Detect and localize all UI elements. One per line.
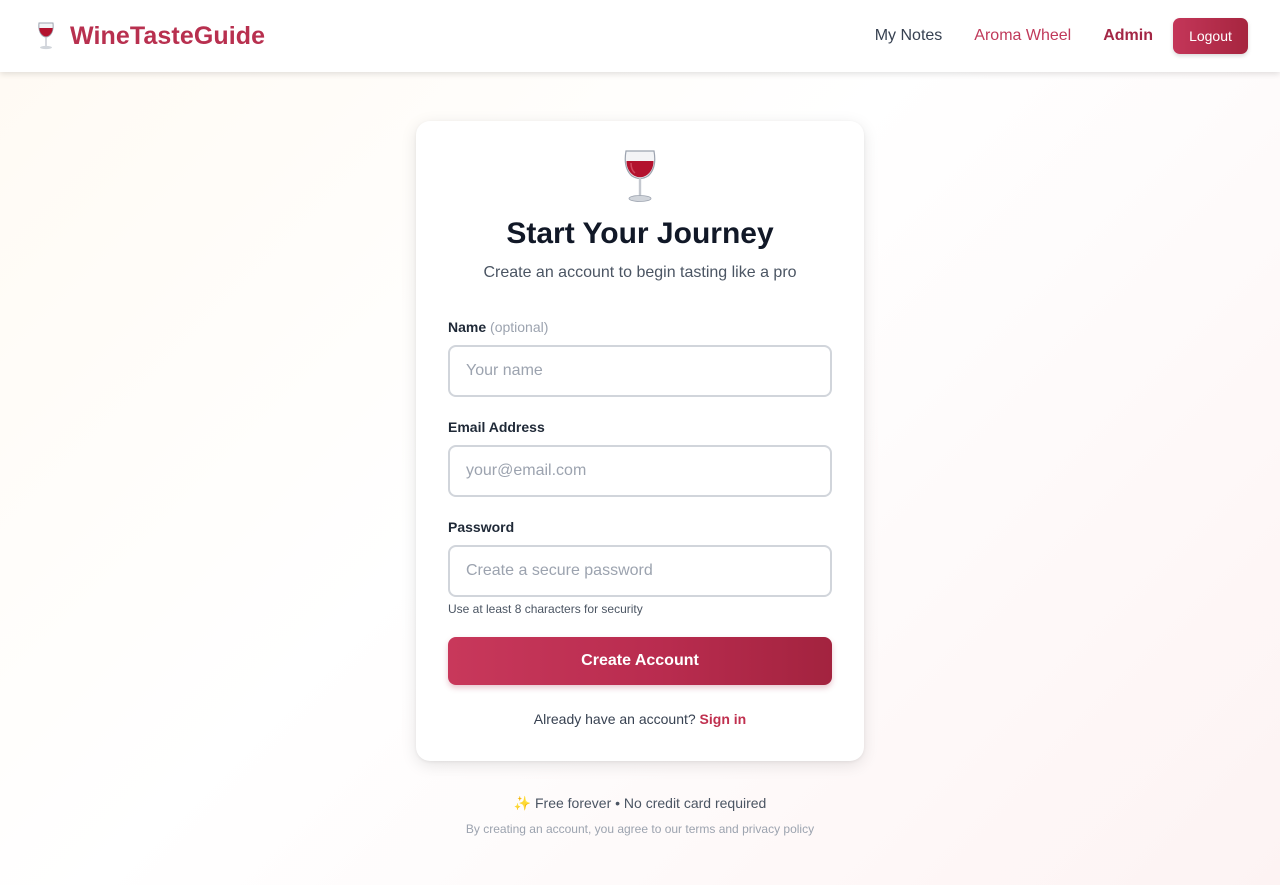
brand[interactable]: WineTasteGuide — [34, 21, 265, 51]
free-forever-note: ✨ Free forever • No credit card required — [513, 795, 767, 811]
name-label: Name (optional) — [448, 319, 548, 335]
nav-admin[interactable]: Admin — [1103, 27, 1153, 45]
optional-note: (optional) — [490, 319, 549, 335]
wine-glass-icon — [618, 148, 662, 204]
password-label: Password — [448, 519, 515, 535]
signin-prompt: Already have an account? — [533, 711, 696, 727]
nav-my-notes[interactable]: My Notes — [875, 27, 943, 45]
password-hint: Use at least 8 characters for security — [448, 602, 643, 616]
terms-note: By creating an account, you agree to our… — [465, 822, 815, 836]
brand-name: WineTasteGuide — [70, 21, 266, 50]
wine-glass-icon — [34, 21, 58, 51]
email-input[interactable] — [448, 445, 832, 497]
name-label-text: Name — [448, 319, 487, 335]
create-account-button[interactable]: Create Account — [448, 637, 832, 685]
name-input[interactable] — [448, 345, 832, 397]
logout-button[interactable]: Logout — [1173, 18, 1248, 54]
email-label: Email Address — [448, 419, 545, 435]
signin-row: Already have an account? Sign in — [416, 711, 864, 727]
password-input[interactable] — [448, 545, 832, 597]
page-subtitle: Create an account to begin tasting like … — [483, 264, 797, 281]
nav-aroma-wheel[interactable]: Aroma Wheel — [974, 27, 1071, 45]
top-navbar: WineTasteGuide My Notes Aroma Wheel Admi… — [0, 0, 1280, 72]
main-nav: My Notes Aroma Wheel Admin Logout — [875, 18, 1248, 54]
signup-card: Start Your Journey Create an account to … — [416, 121, 864, 761]
page-title: Start Your Journey — [506, 217, 774, 250]
signin-link[interactable]: Sign in — [700, 711, 747, 727]
